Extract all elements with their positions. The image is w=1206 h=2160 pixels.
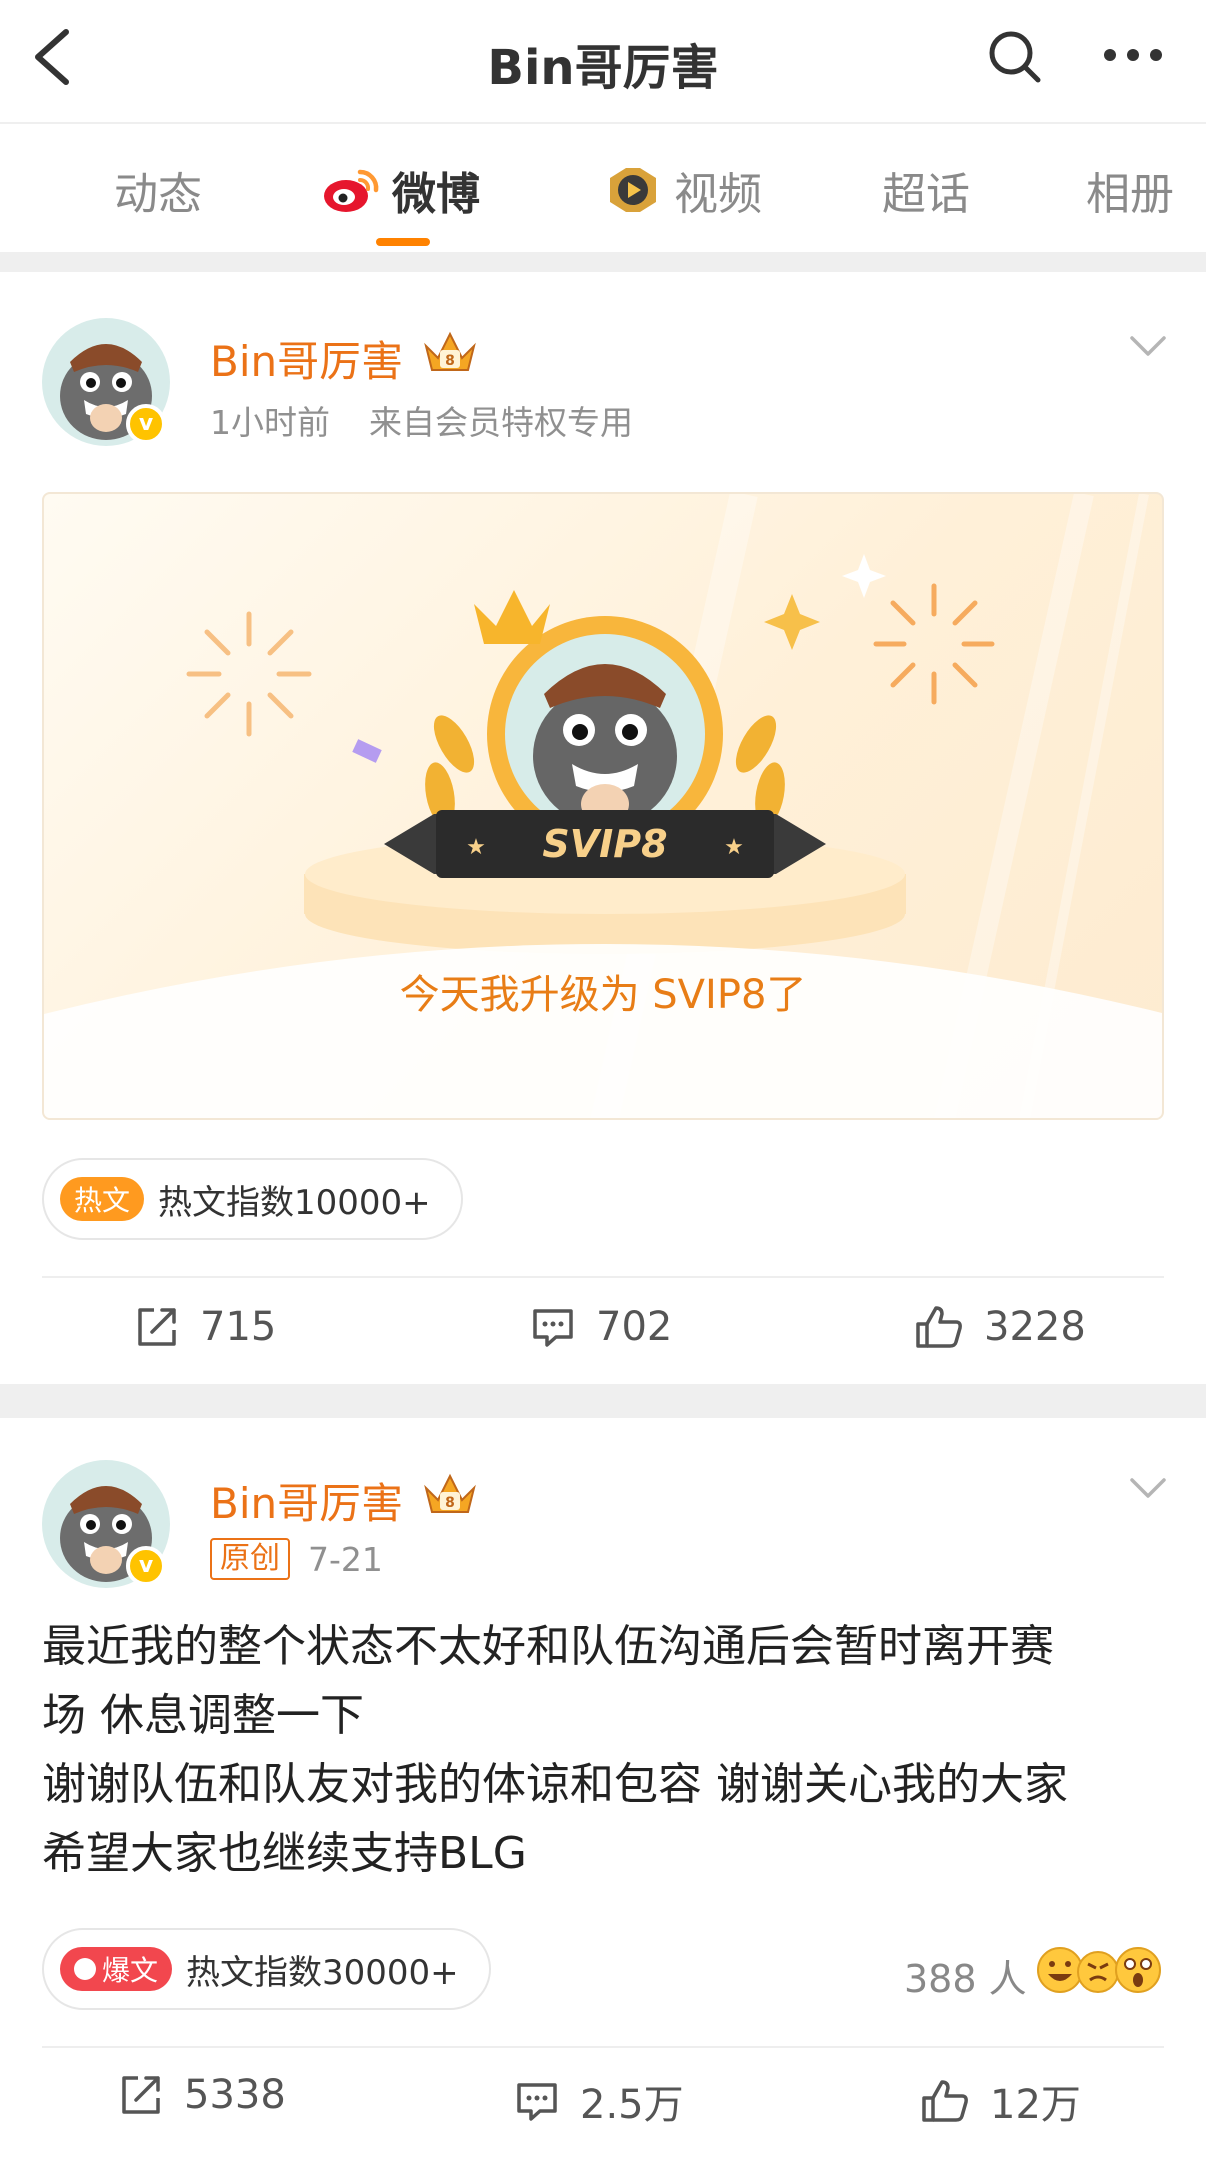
repost-icon xyxy=(138,1308,176,1346)
author-name[interactable]: Bin哥厉害 xyxy=(210,328,403,389)
verified-icon: v xyxy=(126,404,166,444)
profile-tabs: 动态 微博 视频 超话 相册 xyxy=(0,124,1206,252)
tab-label: 微博 xyxy=(392,169,480,220)
hot-index-pill[interactable]: 热文 热文指数10000+ xyxy=(42,1158,463,1240)
more-icon[interactable] xyxy=(1098,30,1168,80)
svip-caption: 今天我升级为 SVIP8了 xyxy=(399,972,807,1018)
post-meta: 原创 7-21 xyxy=(210,1538,383,1580)
action-divider xyxy=(42,1276,1164,1278)
repost-button[interactable]: 5338 xyxy=(118,2072,286,2118)
original-tag: 原创 xyxy=(210,1538,290,1580)
reaction-emoji-icons[interactable] xyxy=(1034,1944,1164,1996)
author-name[interactable]: Bin哥厉害 xyxy=(210,1470,403,1531)
hot-tag: 热文 xyxy=(60,1177,145,1221)
like-count: 12万 xyxy=(990,2082,1081,2128)
tab-weibo[interactable]: 微博 xyxy=(322,160,480,220)
post-text-line: 场 休息调整一下 xyxy=(42,1690,364,1741)
svg-text:★: ★ xyxy=(724,835,744,860)
tab-label: 视频 xyxy=(674,169,762,220)
tab-label: 超话 xyxy=(882,169,970,220)
post-text-line: 最近我的整个状态不太好和队伍沟通后会暂时离开赛 xyxy=(42,1621,1054,1672)
svip-upgrade-card[interactable]: SVIP8 ★ ★ 今天我升级为 SVIP8了 xyxy=(42,492,1164,1120)
post-meta: 1小时前 来自会员特权专用 xyxy=(210,396,633,444)
hot-index-pill[interactable]: 爆文 热文指数30000+ xyxy=(42,1928,491,2010)
post-text-line: 希望大家也继续支持BLG xyxy=(42,1828,527,1879)
hot-index-text: 热文指数10000+ xyxy=(158,1182,431,1223)
repost-button[interactable]: 715 xyxy=(134,1304,276,1350)
like-icon xyxy=(916,1306,962,1348)
top-nav-bar: Bin哥厉害 xyxy=(0,0,1206,122)
search-icon[interactable] xyxy=(986,28,1042,84)
svip-badge-illustration: SVIP8 ★ ★ xyxy=(44,494,1162,1118)
chevron-down-icon[interactable] xyxy=(1128,334,1168,360)
tab-dynamic[interactable]: 动态 xyxy=(114,160,202,220)
comment-count: 2.5万 xyxy=(580,2082,684,2128)
tab-album[interactable]: 相册 xyxy=(1086,160,1174,220)
comment-button[interactable]: 702 xyxy=(530,1304,672,1350)
verified-icon: v xyxy=(126,1546,166,1586)
svg-text:8: 8 xyxy=(445,1495,455,1511)
post-source: 来自会员特权专用 xyxy=(369,403,633,442)
post-time: 1小时前 xyxy=(210,403,330,442)
crown-icon[interactable]: 8 xyxy=(422,328,478,376)
explosive-tag-label: 爆文 xyxy=(102,1954,159,1987)
comment-button[interactable]: 2.5万 xyxy=(514,2072,684,2130)
tab-label: 动态 xyxy=(114,169,202,220)
repost-count: 5338 xyxy=(184,2072,286,2118)
like-button[interactable]: 3228 xyxy=(914,1304,1086,1350)
weibo-logo-icon xyxy=(324,169,379,212)
post-date: 7-21 xyxy=(308,1539,383,1579)
hot-index-text: 热文指数30000+ xyxy=(186,1952,459,1993)
tab-super-topic[interactable]: 超话 xyxy=(882,160,970,220)
explosive-tag: 爆文 xyxy=(60,1947,173,1991)
tab-video[interactable]: 视频 xyxy=(604,160,762,220)
action-divider xyxy=(42,2046,1164,2048)
svip-badge-label: SVIP8 xyxy=(542,822,667,866)
like-button[interactable]: 12万 xyxy=(920,2072,1081,2130)
comment-count: 702 xyxy=(596,1304,673,1350)
crown-icon[interactable]: 8 xyxy=(422,1470,478,1518)
section-gap xyxy=(0,1384,1206,1418)
video-icon xyxy=(610,168,656,212)
like-count: 3228 xyxy=(984,1304,1086,1350)
repost-count: 715 xyxy=(200,1304,277,1350)
reaction-count[interactable]: 388 人 xyxy=(904,1948,1027,2003)
chevron-down-icon[interactable] xyxy=(1128,1476,1168,1502)
comment-icon xyxy=(533,1309,573,1347)
svg-text:8: 8 xyxy=(445,353,455,369)
post-text-line: 谢谢队伍和队友对我的体谅和包容 谢谢关心我的大家 xyxy=(42,1759,1068,1810)
svg-text:★: ★ xyxy=(466,835,486,860)
tab-label: 相册 xyxy=(1086,169,1174,220)
section-gap xyxy=(0,252,1206,272)
active-tab-indicator xyxy=(376,238,430,246)
post-text: 最近我的整个状态不太好和队伍沟通后会暂时离开赛 场 休息调整一下 谢谢队伍和队友… xyxy=(42,1612,1172,1888)
repost-icon xyxy=(122,2076,160,2114)
like-icon xyxy=(922,2080,968,2122)
comment-icon xyxy=(517,2083,557,2121)
